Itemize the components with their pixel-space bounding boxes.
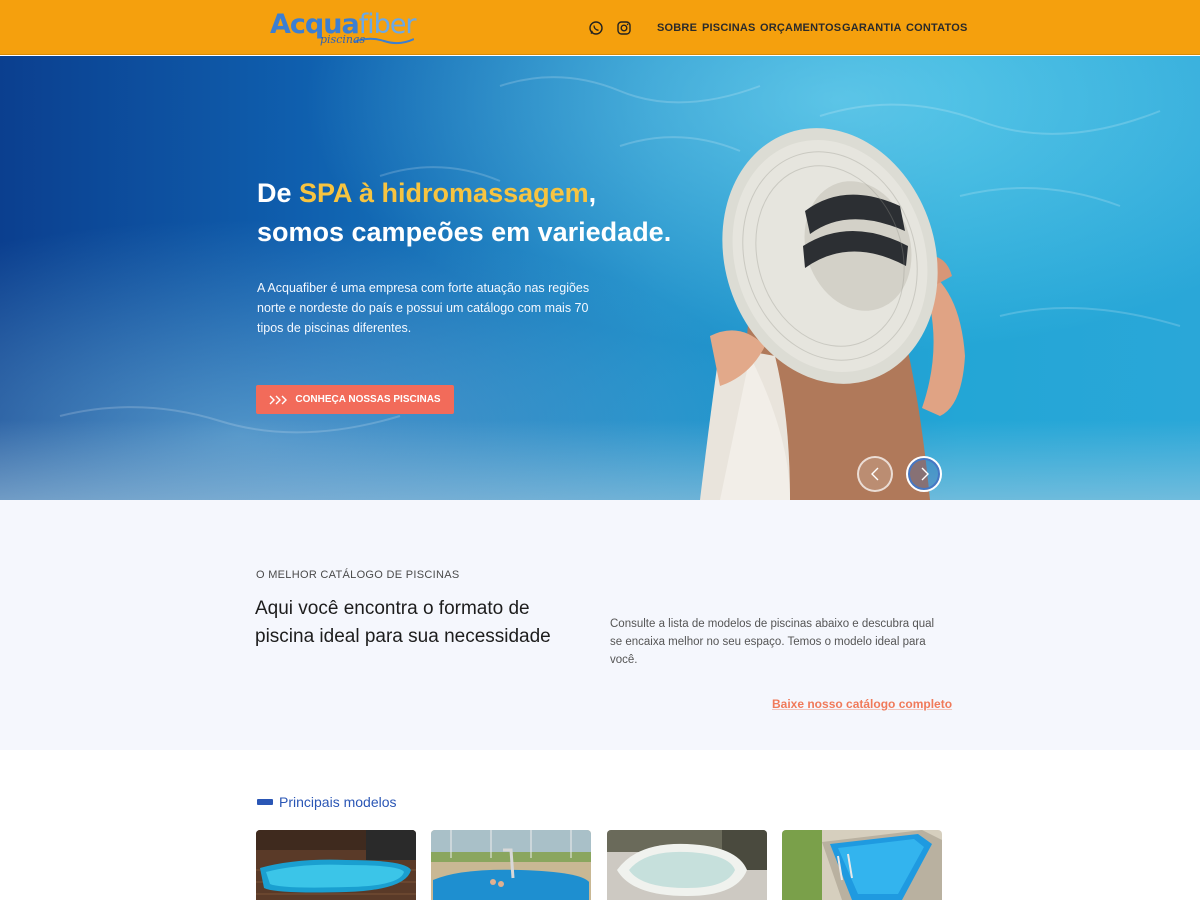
model-card[interactable] [256,830,416,900]
catalog-title: Aqui você encontra o formato de piscina … [255,598,551,647]
hero-description: A Acquafiber é uma empresa com forte atu… [257,281,590,335]
discover-pools-button[interactable]: CONHEÇA NOSSAS PISCINAS [256,385,454,414]
model-card[interactable] [782,830,942,900]
whatsapp-icon[interactable] [588,20,604,36]
model-card[interactable] [431,830,591,900]
pool-model-image [607,830,767,900]
carousel-next-button[interactable] [906,456,942,492]
chevron-left-icon [871,467,879,481]
nav-garantia[interactable]: GARANTIA [842,22,902,34]
discover-pools-label: CONHEÇA NOSSAS PISCINAS [295,394,441,405]
hero-title-prefix: De [257,178,300,208]
instagram-icon[interactable] [616,20,632,36]
triple-chevron-right-icon [269,395,288,404]
pool-model-image [256,830,416,900]
brand-logo[interactable]: Acquafiber piscinas [270,8,417,52]
logo-subtitle: piscinas [320,33,366,46]
woman-with-hat-image [700,128,965,500]
nav-sobre[interactable]: SOBRE [657,22,697,34]
nav-contatos[interactable]: CONTATOS [906,22,968,34]
nav-orcamentos[interactable]: ORÇAMENTOS [760,22,841,34]
catalog-kicker: O MELHOR CATÁLOGO DE PISCINAS [256,569,460,581]
models-title: Principais modelos [279,794,397,810]
hero-title: De SPA à hidromassagem, somos campeões e… [257,174,671,252]
hero-title-line2: somos campeões em variedade. [257,217,672,247]
catalog-description: Consulte a lista de modelos de piscinas … [610,618,935,666]
carousel-prev-button[interactable] [857,456,893,492]
catalog-section [0,500,1200,750]
nav-piscinas[interactable]: PISCINAS [702,22,756,34]
chevron-right-icon [921,467,929,481]
pool-model-image [431,830,591,900]
models-accent-bar [257,799,273,805]
top-header: Acquafiber piscinas SOBRE PISCINAS ORÇAM… [0,0,1200,55]
model-card[interactable] [607,830,767,900]
hero-title-highlight: SPA à hidromassagem [299,178,589,208]
pool-model-image [782,830,942,900]
download-catalog-link[interactable]: Baixe nosso catálogo completo [772,697,952,711]
models-heading: Principais modelos [257,794,397,810]
hero-title-suffix: , [588,178,597,208]
